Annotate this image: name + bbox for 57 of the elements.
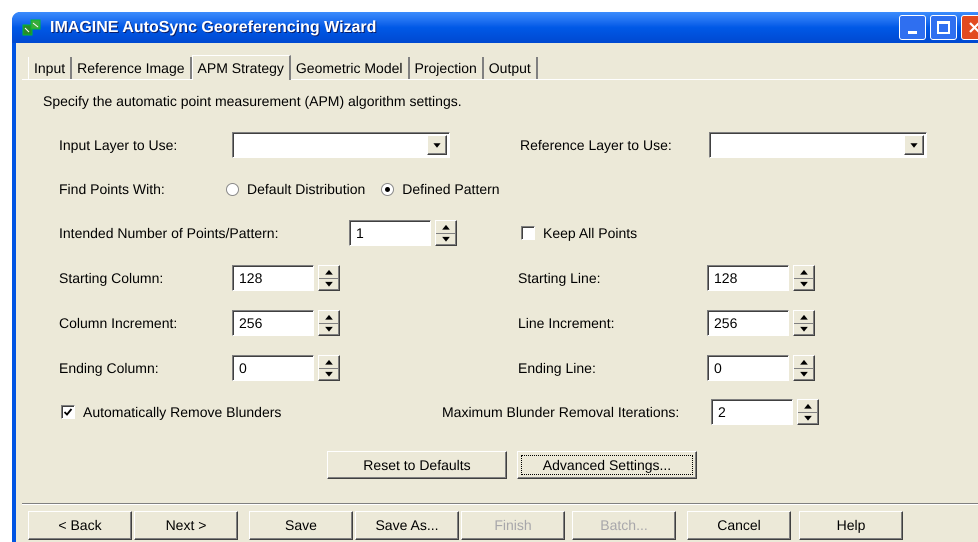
checkbox-label: Automatically Remove Blunders [83,402,282,422]
number-field[interactable]: 0 [707,355,789,381]
spin-buttons[interactable] [797,399,819,425]
minimize-button[interactable] [899,15,926,40]
field-label: Intended Number of Points/Pattern: [59,224,280,242]
number-field[interactable]: 256 [232,310,314,336]
field-label: Reference Layer to Use: [520,136,673,155]
checkbox[interactable] [521,226,535,240]
field-label: Ending Line: [518,358,597,378]
nav-button: Batch... [572,511,676,540]
nav-button: Finish [461,511,565,540]
window-title: IMAGINE AutoSync Georeferencing Wizard [50,18,376,38]
nav-button[interactable]: Help [799,511,903,540]
maximize-icon [937,21,950,34]
number-field[interactable]: 256 [707,310,789,336]
radio-label: Default Distribution [247,180,366,198]
spin-buttons[interactable] [793,355,815,381]
tab[interactable]: APM Strategy [192,55,291,80]
field-label: Maximum Blunder Removal Iterations: [442,402,680,422]
spin-buttons[interactable] [793,265,815,291]
field-label: Starting Line: [518,268,602,288]
nav-button[interactable]: Cancel [687,511,791,540]
field-label: Find Points With: [59,180,166,198]
nav-button[interactable]: Next > [134,511,238,540]
close-icon [968,21,978,34]
number-field[interactable]: 128 [707,265,789,291]
nav-button[interactable]: < Back [28,511,132,540]
nav-button[interactable]: Save [249,511,353,540]
nav-button[interactable]: Save As... [355,511,459,540]
radio-button[interactable] [226,182,239,196]
number-field[interactable]: 128 [232,265,314,291]
instruction-text: Specify the automatic point measurement (APM) algorithm settings. [43,93,462,109]
dropdown-field[interactable] [232,132,450,158]
minimize-icon [908,31,917,34]
spin-buttons[interactable] [793,310,815,336]
number-field[interactable]: 0 [232,355,314,381]
spin-buttons[interactable] [318,355,340,381]
number-field[interactable]: 2 [711,399,793,425]
action-button[interactable]: Advanced Settings... [517,451,697,479]
spin-buttons[interactable] [318,265,340,291]
field-label: Input Layer to Use: [59,136,178,155]
spin-buttons[interactable] [435,220,457,246]
field-label: Ending Column: [59,358,160,378]
radio-label: Defined Pattern [402,180,500,198]
checkbox-label: Keep All Points [543,224,638,243]
maximize-button[interactable] [930,15,957,40]
dropdown-field[interactable] [709,132,927,158]
action-button[interactable]: Reset to Defaults [327,451,507,479]
field-label: Line Increment: [518,314,616,332]
field-label: Starting Column: [59,268,164,288]
number-field[interactable]: 1 [349,220,431,246]
field-label: Column Increment: [59,314,178,332]
spin-buttons[interactable] [318,310,340,336]
tab[interactable]: Input [28,57,72,79]
radio-button[interactable] [381,182,394,196]
checkbox[interactable] [61,405,75,419]
app-icon [22,18,42,36]
